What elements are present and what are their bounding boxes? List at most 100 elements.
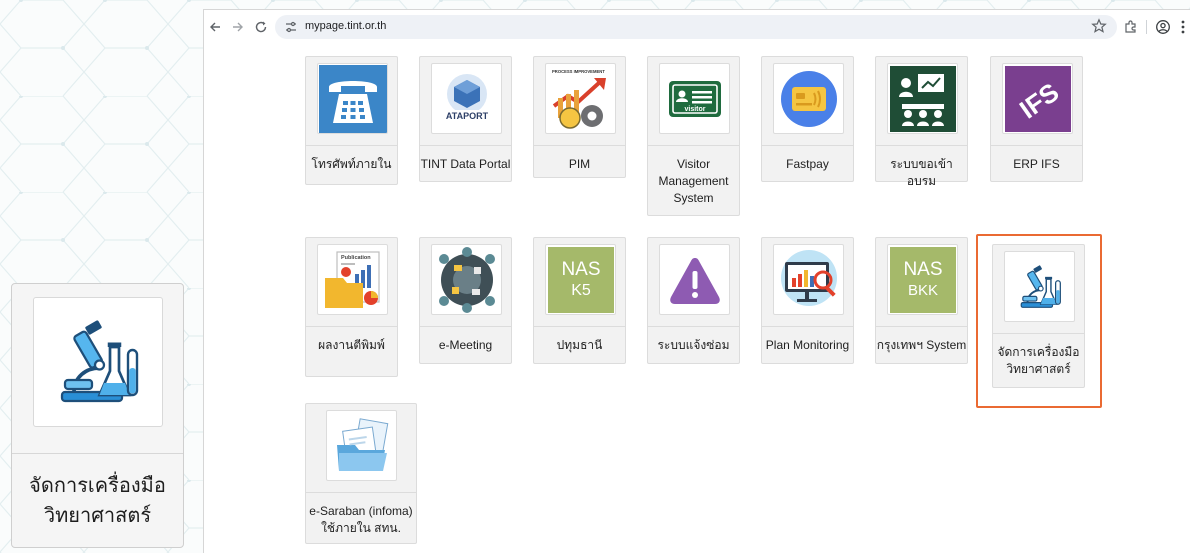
address-bar[interactable]: mypage.tint.or.th [275, 15, 1117, 39]
arrow-right-icon [233, 22, 243, 32]
tile-label: e-Saraban (infoma) ใช้ภายใน สทน. [306, 492, 416, 537]
pim-logo-text: PROCESS IMPROVEMENT [552, 69, 605, 74]
tile-label: โทรศัพท์ภายใน [306, 145, 397, 173]
publication-folder-icon: Publication [324, 250, 380, 308]
zoomed-tile-callout: จัดการเครื่องมือ วิทยาศาสตร์ [11, 283, 184, 548]
tile-label-line: กรุงเทพฯ System [876, 338, 967, 352]
arrow-left-icon [210, 22, 220, 32]
tile-label-line: Plan Monitoring [765, 338, 850, 352]
tile-label-line: Fastpay [786, 157, 829, 171]
tile-icon-box [659, 244, 730, 315]
tile-label: Visitor Management System [648, 145, 739, 207]
tile-icon-box: NAS BKK [887, 244, 958, 315]
visitor-badge-icon: visitor [668, 80, 721, 117]
highlight-box [976, 234, 1102, 408]
nas-k5-icon: NAS K5 [547, 246, 614, 313]
meeting-table-icon [433, 246, 500, 313]
microscope-flask-icon [60, 320, 139, 403]
contactless-card-icon [780, 70, 837, 127]
profile-button[interactable] [1152, 16, 1174, 38]
address-bar-url[interactable]: mypage.tint.or.th [305, 20, 386, 32]
tile-fastpay[interactable]: Fastpay [761, 56, 854, 182]
tile-label-line: ใช้ภายใน สทน. [321, 521, 401, 535]
tile-label: TINT Data Portal [420, 145, 511, 173]
star-icon[interactable] [1091, 18, 1107, 34]
nas-k5-logo-line1: NAS [561, 259, 600, 280]
tile-plan-monitoring[interactable]: Plan Monitoring [761, 237, 854, 364]
tile-icon-box: Publication [317, 244, 388, 315]
tile-label-line: System [673, 191, 714, 205]
reload-icon [255, 21, 267, 33]
nas-k5-logo-line2: K5 [571, 282, 591, 299]
tile-icon-box [326, 410, 397, 481]
back-button[interactable] [204, 16, 226, 38]
tile-label-line: ระบบแจ้งซ่อม [657, 338, 730, 352]
tile-label: ระบบขอเข้าอบรม [876, 145, 967, 190]
documents-icon [336, 417, 388, 471]
tile-icon-box: ATAPORT [431, 63, 502, 134]
tile-tint-data-portal[interactable]: ATAPORT TINT Data Portal [419, 56, 512, 182]
tile-label: Fastpay [762, 145, 853, 173]
tile-icon-box [773, 244, 844, 315]
tile-icon-box: NAS K5 [545, 244, 616, 315]
tile-icon-box: IFS [1002, 63, 1073, 134]
tile-label: ERP IFS [991, 145, 1082, 173]
tile-icon-box [317, 63, 388, 134]
tile-label-line: Visitor [676, 157, 711, 171]
tile-label-line: ปทุมธานี [556, 338, 603, 352]
page-content: โทรศัพท์ภายใน ATAPORT TINT Data Portal P… [204, 44, 1190, 553]
tile-icon-box: PROCESS IMPROVEMENT [545, 63, 616, 134]
zoomed-tile-label-line1: จัดการเครื่องมือ [29, 474, 166, 497]
nas-bkk-logo-line2: BKK [907, 282, 937, 299]
kebab-menu-icon [1181, 20, 1185, 34]
tile-visitor[interactable]: visitor Visitor Management System [647, 56, 740, 216]
tile-label-line: e-Saraban (infoma) [309, 504, 413, 518]
telephone-icon [318, 64, 387, 133]
tile-e-saraban[interactable]: e-Saraban (infoma) ใช้ภายใน สทน. [305, 403, 417, 544]
tile-nas-k5[interactable]: NAS K5 ปทุมธานี [533, 237, 626, 364]
nas-bkk-icon: NAS BKK [889, 246, 956, 313]
tile-nas-bkk[interactable]: NAS BKK กรุงเทพฯ System [875, 237, 968, 364]
reload-button[interactable] [250, 16, 272, 38]
tile-label: กรุงเทพฯ System [876, 326, 967, 354]
tile-icon-box [887, 63, 958, 134]
zoomed-tile-label: จัดการเครื่องมือ วิทยาศาสตร์ [12, 453, 183, 547]
browser-toolbar: mypage.tint.or.th [204, 10, 1190, 44]
training-meeting-icon [889, 65, 956, 132]
tile-phone[interactable]: โทรศัพท์ภายใน [305, 56, 398, 185]
browser-menu-button[interactable] [1176, 16, 1190, 38]
puzzle-icon [1125, 20, 1136, 33]
tile-label-line: ระบบขอเข้าอบรม [890, 157, 953, 188]
tile-label-line: ERP IFS [1013, 157, 1060, 171]
tile-icon-box: visitor [659, 63, 730, 134]
tile-icon-box [773, 63, 844, 134]
tile-label-line: PIM [568, 157, 591, 171]
tile-publications[interactable]: Publication ผลงานตีพิมพ์ [305, 237, 398, 377]
tile-repair[interactable]: ระบบแจ้งซ่อม [647, 237, 740, 364]
tile-label: ระบบแจ้งซ่อม [648, 326, 739, 354]
data-portal-logo-icon: ATAPORT [442, 73, 491, 121]
tune-icon[interactable] [284, 20, 298, 34]
data-portal-logo-text: ATAPORT [445, 111, 488, 121]
account-circle-icon [1156, 20, 1170, 34]
tile-label-line: Management [658, 174, 729, 188]
tile-label: ผลงานตีพิมพ์ [306, 326, 397, 354]
tile-erp-ifs[interactable]: IFS ERP IFS [990, 56, 1083, 182]
tile-label: Plan Monitoring [762, 326, 853, 354]
forward-button[interactable] [227, 16, 249, 38]
tile-pim[interactable]: PROCESS IMPROVEMENT PIM [533, 56, 626, 178]
screenshot-stage: จัดการเครื่องมือ วิทยาศาสตร์ mypage.tint… [0, 0, 1190, 553]
extensions-button[interactable] [1120, 16, 1142, 38]
tile-label-line: โทรศัพท์ภายใน [311, 157, 392, 171]
tile-label-line: TINT Data Portal [420, 157, 511, 171]
warning-triangle-icon [669, 257, 720, 304]
nas-bkk-logo-line1: NAS [903, 259, 942, 280]
tile-icon-box [431, 244, 502, 315]
tile-training[interactable]: ระบบขอเข้าอบรม [875, 56, 968, 188]
toolbar-divider [1146, 20, 1147, 34]
visitor-logo-text: visitor [684, 106, 705, 113]
zoomed-tile-icon-box [33, 297, 163, 427]
process-improvement-icon: PROCESS IMPROVEMENT [552, 69, 606, 129]
tile-e-meeting[interactable]: e-Meeting [419, 237, 512, 364]
tile-label: PIM [534, 145, 625, 173]
